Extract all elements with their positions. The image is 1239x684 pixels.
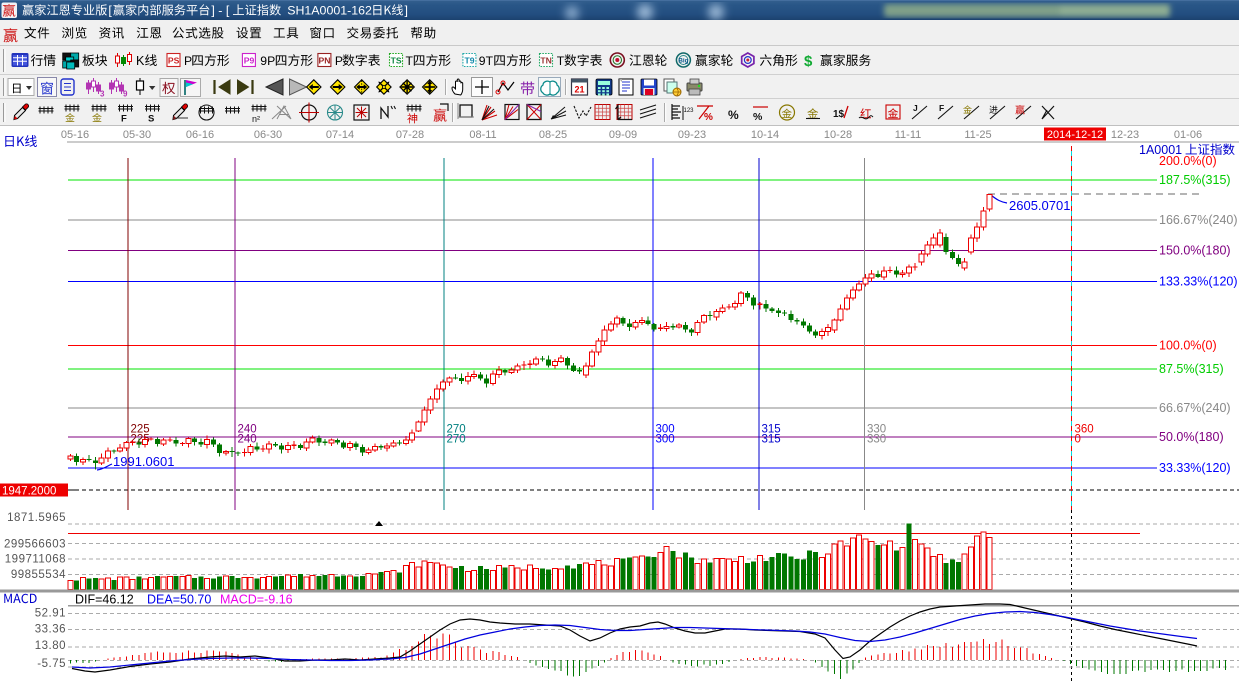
svg-text:199711068: 199711068 (5, 554, 66, 566)
svg-text:J: J (913, 103, 918, 113)
svg-text:300: 300 (656, 434, 675, 446)
svg-text:-5.75: -5.75 (37, 658, 66, 670)
svg-text:1991.0601: 1991.0601 (113, 454, 174, 469)
svg-text:%: % (704, 112, 713, 123)
svg-text:11-11: 11-11 (895, 129, 922, 141)
svg-text:%: % (753, 111, 763, 123)
svg-text:] - [: ] - [ (211, 4, 229, 18)
svg-text:F: F (121, 114, 127, 125)
svg-text:13.80: 13.80 (35, 640, 66, 652)
svg-text:1A0001: 1A0001 (1139, 143, 1182, 157)
svg-text:166.67%(240): 166.67%(240) (1159, 213, 1238, 227)
svg-text:DIF=46.12: DIF=46.12 (75, 593, 134, 607)
svg-text:T: T (406, 54, 414, 68)
svg-text:133.33%(120): 133.33%(120) (1159, 275, 1238, 289)
svg-text:n²: n² (252, 114, 260, 124)
svg-text:$: $ (804, 53, 813, 70)
svg-text:1947.2000: 1947.2000 (2, 486, 56, 498)
svg-text:187.5%(315): 187.5%(315) (1159, 173, 1231, 187)
svg-text:100.0%(0): 100.0%(0) (1159, 339, 1217, 353)
svg-text:0: 0 (1075, 434, 1081, 446)
svg-text:T: T (557, 54, 565, 68)
svg-text:MACD=-9.16: MACD=-9.16 (220, 593, 293, 607)
svg-text:299566603: 299566603 (4, 539, 66, 551)
svg-text:33.33%(120): 33.33%(120) (1159, 461, 1231, 475)
svg-text:PN: PN (319, 56, 331, 66)
svg-text:S: S (148, 114, 154, 125)
svg-text:50.0%(180): 50.0%(180) (1159, 430, 1224, 444)
svg-text:240: 240 (238, 434, 257, 446)
svg-text:TS: TS (391, 56, 402, 66)
svg-text:DEA=50.70: DEA=50.70 (147, 593, 211, 607)
svg-text:9P: 9P (260, 54, 275, 68)
svg-text:TN: TN (540, 56, 551, 66)
svg-text:PS: PS (168, 56, 180, 66)
svg-text:123: 123 (684, 108, 695, 114)
svg-text:3: 3 (100, 90, 105, 99)
svg-text:06-30: 06-30 (254, 129, 282, 141)
svg-text:10-14: 10-14 (751, 129, 779, 141)
svg-text:07-28: 07-28 (396, 129, 424, 141)
svg-text:SH1A0001-162: SH1A0001-162 (287, 4, 372, 18)
svg-text:87.5%(315): 87.5%(315) (1159, 362, 1224, 376)
svg-text:08-11: 08-11 (469, 129, 496, 141)
svg-text:2014-12-12: 2014-12-12 (1047, 129, 1103, 141)
svg-text:05-30: 05-30 (123, 129, 151, 141)
svg-text:270: 270 (447, 434, 466, 446)
svg-text:2605.0701: 2605.0701 (1009, 198, 1070, 213)
svg-text:01-06: 01-06 (1174, 129, 1202, 141)
svg-text:315: 315 (762, 434, 781, 446)
svg-text:09-09: 09-09 (609, 129, 637, 141)
svg-text:10-28: 10-28 (824, 129, 852, 141)
svg-text:66.67%(240): 66.67%(240) (1159, 401, 1231, 415)
svg-text:33.36: 33.36 (35, 624, 66, 636)
svg-text:P: P (335, 54, 343, 68)
svg-text:52.91: 52.91 (35, 608, 66, 620)
svg-text:[: [ (108, 4, 112, 18)
svg-text:%: % (728, 108, 739, 122)
svg-text:1$: 1$ (833, 109, 845, 120)
svg-text:Big: Big (678, 58, 688, 65)
svg-text:T9: T9 (464, 56, 474, 66)
svg-text:09-23: 09-23 (678, 129, 706, 141)
svg-text:P: P (184, 54, 192, 68)
svg-text:150.0%(180): 150.0%(180) (1159, 244, 1231, 258)
svg-text:330: 330 (867, 434, 886, 446)
svg-text:9T: 9T (479, 54, 494, 68)
svg-text:07-14: 07-14 (326, 129, 354, 141)
svg-text:9: 9 (123, 90, 128, 99)
svg-text:F: F (939, 103, 944, 113)
svg-text:08-25: 08-25 (539, 129, 567, 141)
svg-text:P9: P9 (244, 56, 255, 66)
svg-text:K: K (136, 54, 145, 68)
svg-text:05-16: 05-16 (61, 129, 89, 141)
svg-text:1871.5965: 1871.5965 (7, 512, 66, 524)
svg-text:06-16: 06-16 (186, 129, 214, 141)
svg-text:12-23: 12-23 (1111, 129, 1139, 141)
svg-text:21: 21 (574, 85, 584, 95)
svg-text:99855534: 99855534 (11, 569, 66, 581)
svg-text:]: ] (404, 4, 407, 18)
svg-text:11-25: 11-25 (964, 129, 991, 141)
